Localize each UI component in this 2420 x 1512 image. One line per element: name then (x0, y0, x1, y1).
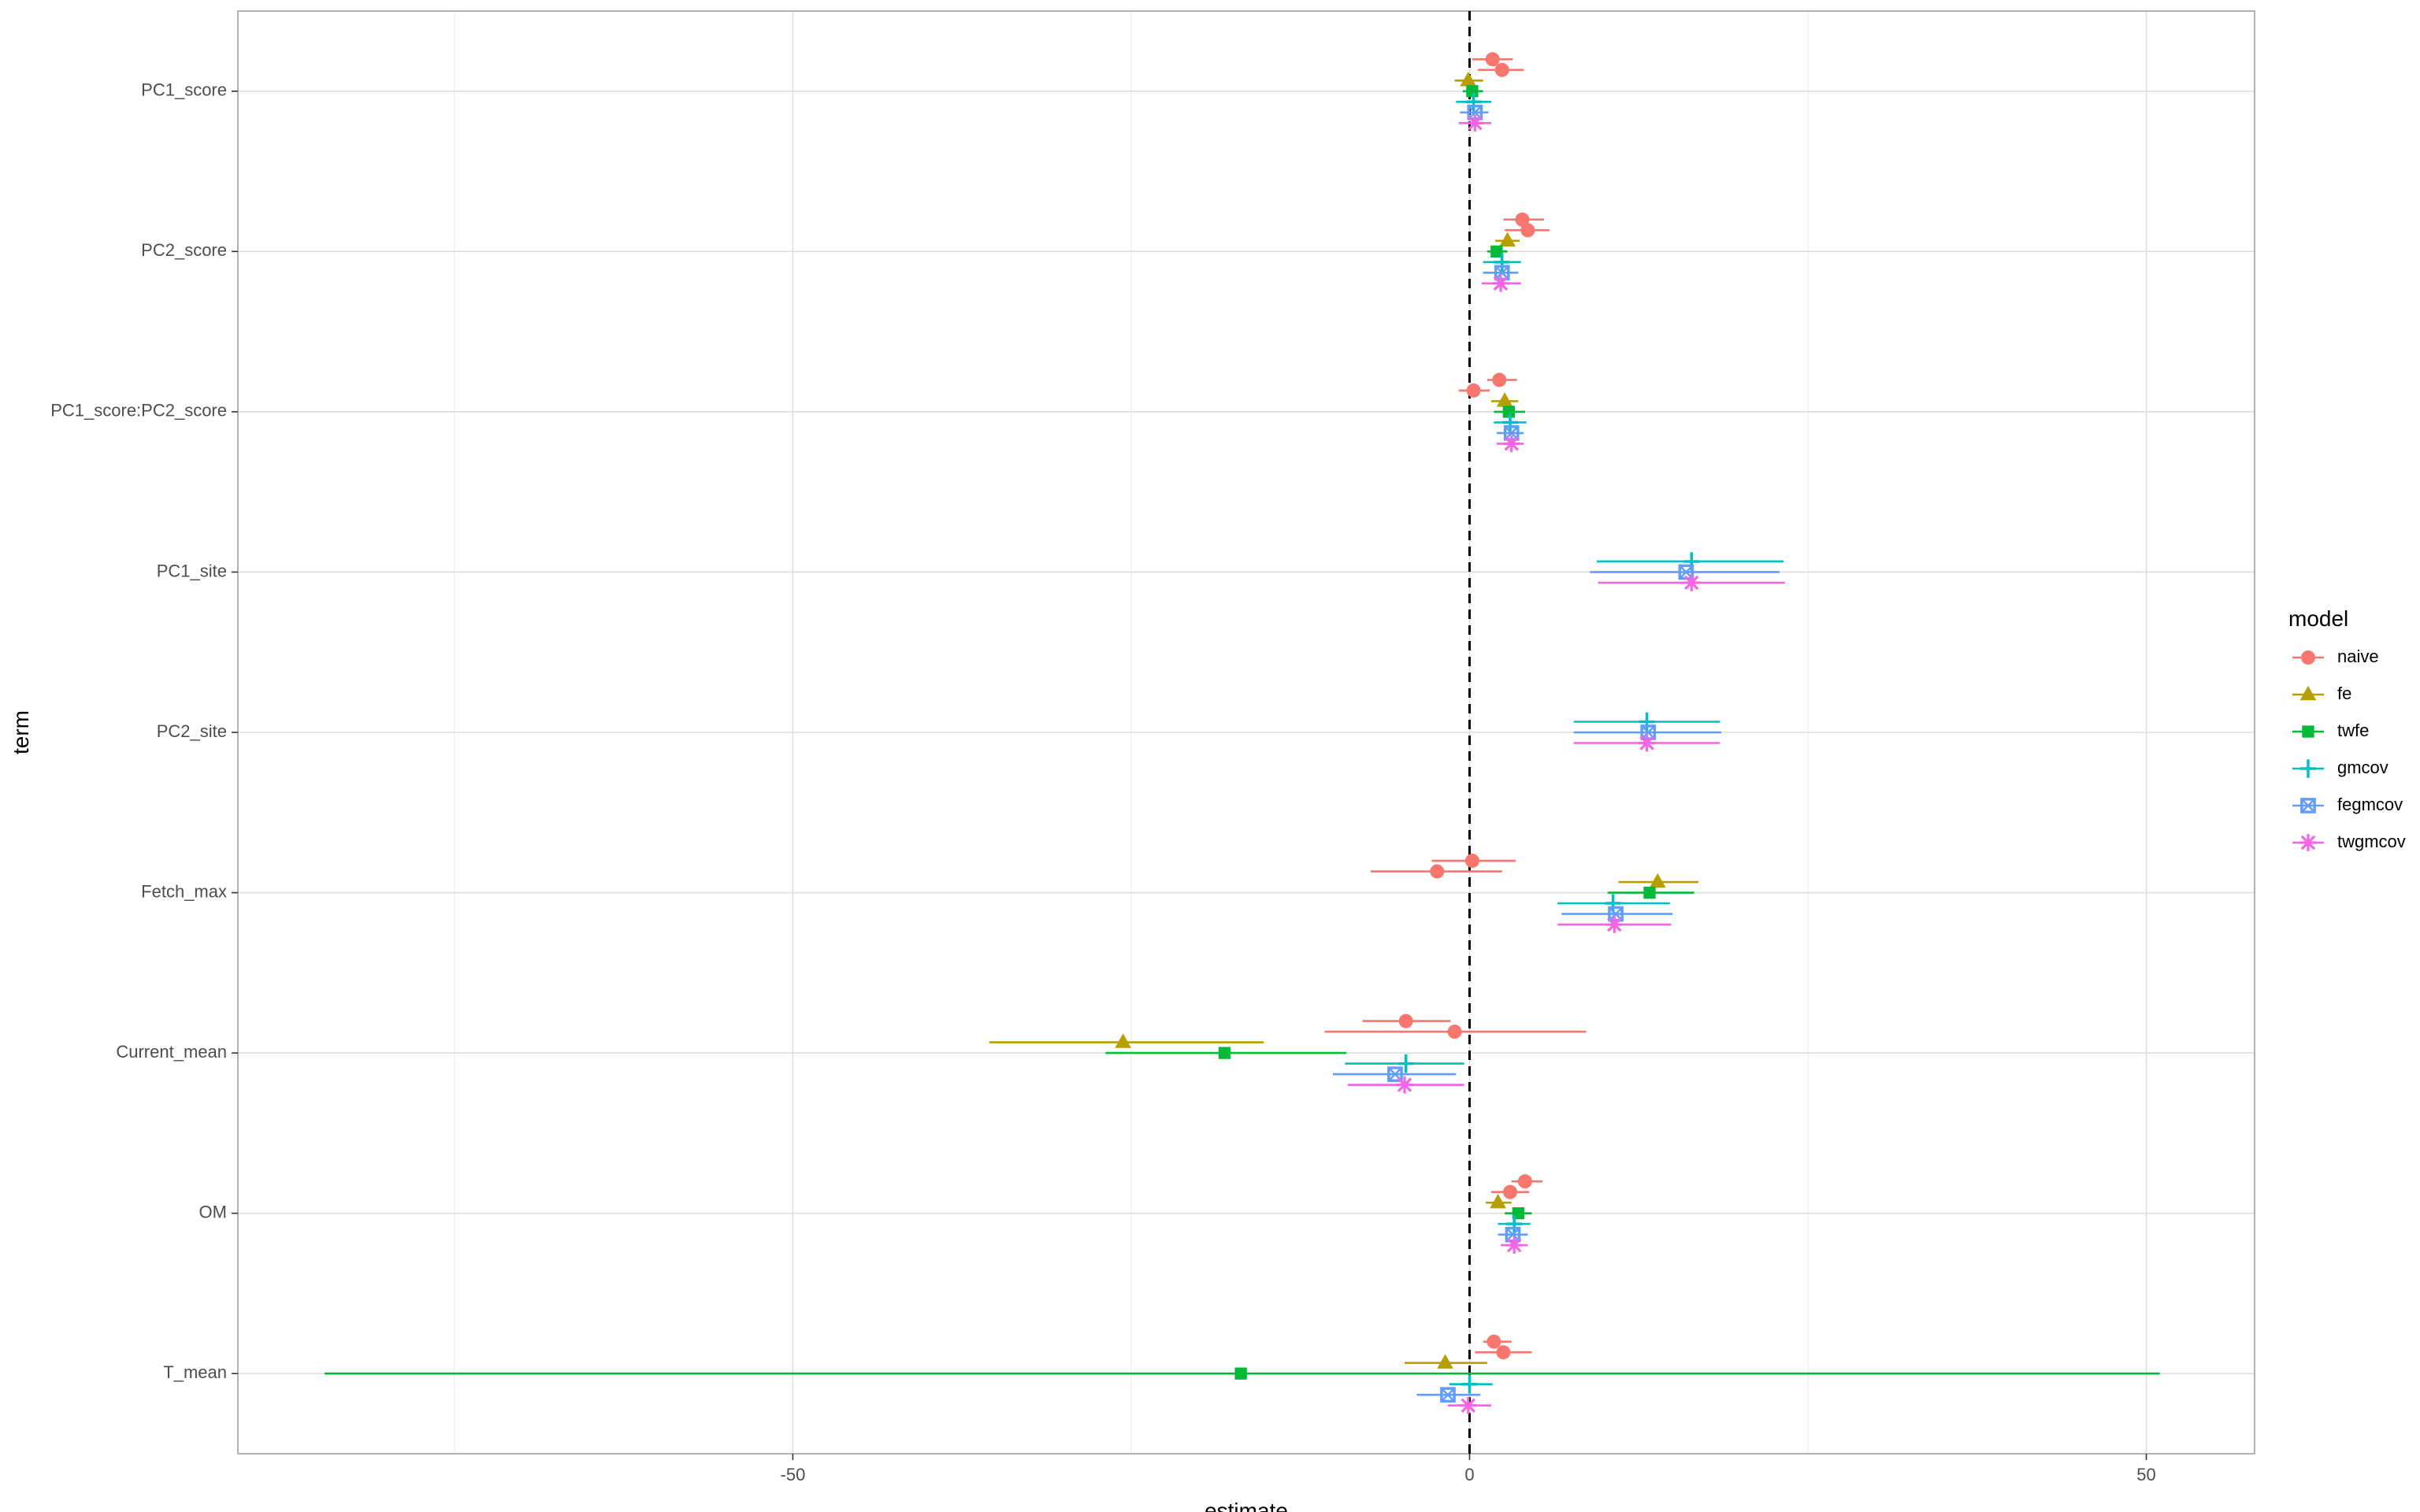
y-tick-label: PC2_score (141, 240, 227, 260)
legend-title: model (2288, 606, 2348, 631)
twgmcov-point (1466, 114, 1484, 132)
twfe-point (1643, 886, 1656, 899)
legend-label: twgmcov (2337, 832, 2406, 851)
naive-point (1464, 854, 1479, 869)
twfe-point (1234, 1367, 1247, 1380)
plot-background (0, 0, 2420, 1512)
naive-point (1503, 1184, 1518, 1199)
y-tick-label: T_mean (163, 1362, 227, 1382)
twfe-point (1218, 1047, 1231, 1059)
twgmcov-point (1502, 435, 1520, 453)
x-tick-label: -50 (781, 1465, 806, 1484)
legend-key-twfe (2302, 725, 2314, 738)
legend-label: twfe (2337, 721, 2369, 740)
legend-label: naive (2337, 647, 2379, 666)
naive-point (1430, 864, 1445, 879)
y-axis-title: term (9, 710, 33, 754)
legend-item-twgmcov: twgmcov (2292, 832, 2406, 851)
twgmcov-point (1492, 275, 1509, 292)
naive-point (1492, 372, 1507, 387)
naive-point (1517, 1174, 1532, 1189)
y-tick-label: Current_mean (116, 1042, 227, 1062)
naive-point (1398, 1014, 1413, 1028)
naive-point (1494, 62, 1509, 77)
y-tick-label: OM (199, 1202, 227, 1221)
naive-point (1447, 1025, 1462, 1040)
twgmcov-point (1605, 916, 1624, 933)
legend-label: fe (2337, 684, 2351, 703)
x-tick-label: 50 (2136, 1465, 2155, 1484)
x-axis-title: estimate (1204, 1499, 1288, 1512)
naive-point (1485, 52, 1500, 67)
y-tick-label: PC2_site (157, 721, 227, 741)
legend-label: gmcov (2337, 758, 2388, 777)
legend-key-naive (2301, 650, 2315, 665)
y-tick-label: PC1_score (141, 80, 227, 100)
naive-point (1520, 223, 1535, 238)
naive-point (1496, 1345, 1511, 1360)
twgmcov-point (1638, 734, 1656, 752)
twgmcov-point (1396, 1076, 1413, 1094)
x-tick-label: 0 (1464, 1465, 1474, 1484)
y-tick-label: PC1_site (157, 561, 227, 580)
naive-point (1466, 383, 1481, 398)
legend-item-gmcov: gmcov (2292, 758, 2388, 778)
legend-label: fegmcov (2337, 795, 2403, 814)
twgmcov-point (1505, 1236, 1523, 1254)
legend-key-twgmcov (2299, 834, 2317, 851)
y-tick-label: PC1_score:PC2_score (50, 401, 227, 421)
twgmcov-point (1459, 1396, 1477, 1414)
coefficient-chart: PC1_score PC2_score PC1_score:PC2_score PC1… (0, 0, 2420, 1512)
naive-point (1487, 1334, 1501, 1349)
y-tick-label: Fetch_max (141, 881, 227, 901)
twgmcov-point (1683, 574, 1701, 591)
